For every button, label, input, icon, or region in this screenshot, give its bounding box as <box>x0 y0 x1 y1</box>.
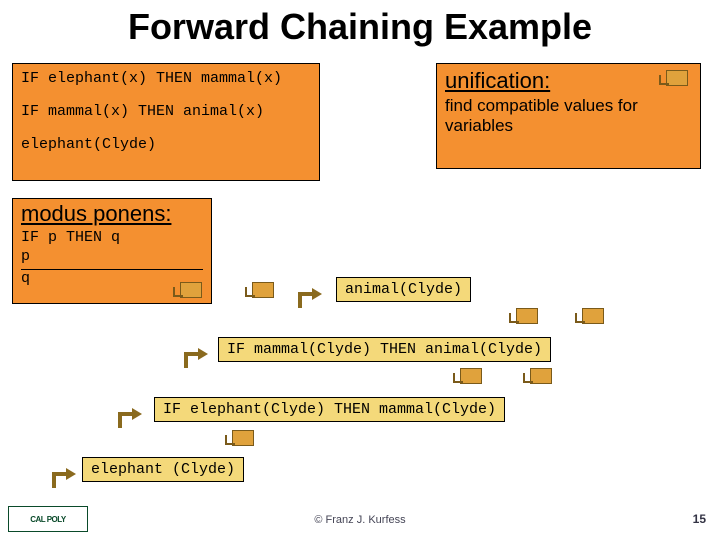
flag-icon <box>530 368 552 389</box>
modus-line-3: q <box>21 269 203 289</box>
footer: CAL POLY © Franz J. Kurfess 15 <box>0 502 720 532</box>
rule-1: IF elephant(x) THEN mammal(x) <box>21 70 311 89</box>
flag-icon <box>516 308 538 329</box>
flag-icon <box>666 70 702 84</box>
unification-box: unification: find compatible values for … <box>436 63 701 169</box>
rule-2: IF mammal(x) THEN animal(x) <box>21 103 311 122</box>
modus-line-1: IF p THEN q <box>21 229 203 248</box>
step-mammal-rule: IF mammal(Clyde) THEN animal(Clyde) <box>218 337 551 362</box>
up-arrow-icon <box>46 462 80 490</box>
rules-box: IF elephant(x) THEN mammal(x) IF mammal(… <box>12 63 320 181</box>
up-arrow-icon <box>292 282 326 310</box>
modus-line-2: p <box>21 248 203 267</box>
flag-icon <box>252 282 274 303</box>
slide-title: Forward Chaining Example <box>0 0 720 48</box>
step-animal: animal(Clyde) <box>336 277 471 302</box>
flag-icon <box>582 308 604 329</box>
unification-desc: find compatible values for variables <box>445 96 692 135</box>
rule-fact: elephant(Clyde) <box>21 136 311 155</box>
step-elephant-fact: elephant (Clyde) <box>82 457 244 482</box>
up-arrow-icon <box>112 402 146 430</box>
flag-icon <box>232 430 254 451</box>
step-elephant-rule: IF elephant(Clyde) THEN mammal(Clyde) <box>154 397 505 422</box>
copyright: © Franz J. Kurfess <box>0 514 720 526</box>
slide: Forward Chaining Example IF elephant(x) … <box>0 0 720 540</box>
up-arrow-icon <box>178 342 212 370</box>
unification-heading: unification: <box>445 68 692 94</box>
page-number: 15 <box>693 512 706 526</box>
flag-icon <box>180 282 202 303</box>
flag-icon <box>460 368 482 389</box>
modus-heading: modus ponens: <box>21 201 203 227</box>
